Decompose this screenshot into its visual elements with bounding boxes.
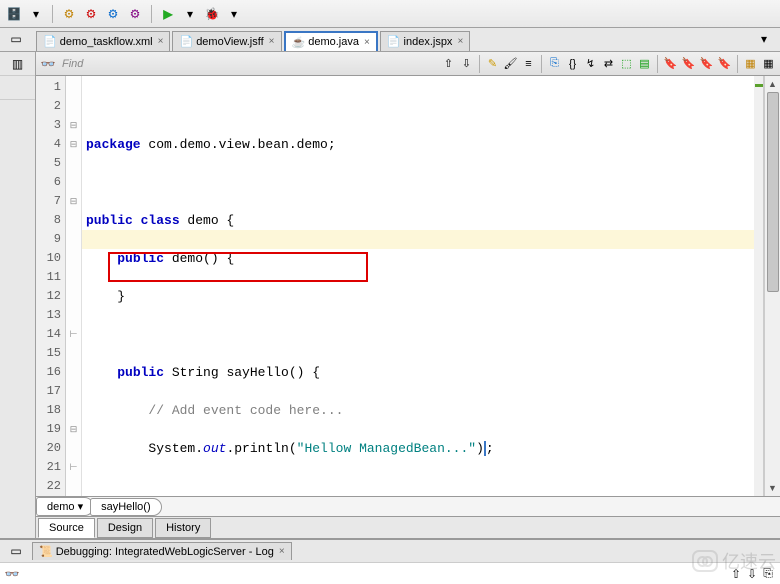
indent-icon[interactable]: ≡ — [521, 56, 536, 71]
bm1-icon[interactable]: 🔖 — [663, 56, 678, 71]
nav1-icon[interactable]: ⎘ — [547, 56, 562, 71]
nav5-icon[interactable]: ⬚ — [619, 56, 634, 71]
file-icon: 📄 — [387, 35, 401, 48]
debug-drop-icon[interactable]: ▾ — [226, 6, 242, 22]
db-icon[interactable]: 🗄️ — [6, 6, 22, 22]
bm2-icon[interactable]: 🔖 — [681, 56, 696, 71]
tab-label: index.jspx — [404, 36, 453, 48]
nav3-icon[interactable]: ↯ — [583, 56, 598, 71]
close-icon[interactable]: × — [364, 37, 370, 48]
nav6-icon[interactable]: ▤ — [637, 56, 652, 71]
scroll-thumb[interactable] — [767, 92, 779, 292]
overview-ruler[interactable] — [754, 76, 764, 496]
binoculars-icon[interactable]: 👓 — [40, 56, 56, 72]
tab-demo-java[interactable]: ☕ demo.java × — [284, 31, 378, 51]
prev-icon[interactable]: ⇧ — [441, 56, 456, 71]
vertical-scrollbar[interactable]: ▲ ▼ — [764, 76, 780, 496]
log-tab[interactable]: 📜 Debugging: IntegratedWebLogicServer - … — [32, 542, 292, 560]
log-prev-icon[interactable]: ⇧ — [728, 566, 744, 582]
editor-tabbar: ▭ 📄 demo_taskflow.xml × 📄 demoView.jsff … — [0, 28, 780, 52]
code-editor[interactable]: 12345678910111213141516171819202122 ⊟⊟ ⊟… — [36, 76, 780, 496]
main-toolbar: 🗄️ ▾ ⚙ ⚙ ⚙ ⚙ ▶ ▾ 🐞 ▾ — [0, 0, 780, 28]
tabbar-menu-icon[interactable]: ▭ — [8, 31, 24, 47]
find-input[interactable]: Find — [58, 58, 439, 70]
tab-design[interactable]: Design — [97, 518, 153, 538]
line-number-gutter: 12345678910111213141516171819202122 — [36, 76, 66, 496]
bm4-icon[interactable]: 🔖 — [717, 56, 732, 71]
tab-demo-taskflow[interactable]: 📄 demo_taskflow.xml × — [36, 31, 170, 51]
log-menu-icon[interactable]: ▭ — [8, 543, 24, 559]
breadcrumb: demo ▾ sayHello() — [36, 496, 780, 516]
file-icon: 📄 — [179, 35, 193, 48]
editor-toolbar: 👓 Find ⇧ ⇩ ✎ 🖌 ≡ ⎘ {} ↯ ⇄ ⬚ ▤ 🔖 🔖 🔖 — [36, 52, 780, 76]
view2-icon[interactable]: ▦ — [761, 56, 776, 71]
tool2-icon[interactable]: ⚙ — [83, 6, 99, 22]
tool4-icon[interactable]: ⚙ — [127, 6, 143, 22]
structure-icon[interactable]: ▥ — [10, 56, 26, 72]
scroll-down-icon[interactable]: ▼ — [765, 480, 780, 496]
tab-label: demoView.jsff — [196, 36, 263, 48]
close-icon[interactable]: × — [279, 546, 285, 557]
tool1-icon[interactable]: ⚙ — [61, 6, 77, 22]
debug-icon[interactable]: 🐞 — [204, 6, 220, 22]
nav2-icon[interactable]: {} — [565, 56, 580, 71]
left-gutter-panel: ▥ — [0, 52, 36, 538]
tab-demoview[interactable]: 📄 demoView.jsff × — [172, 31, 281, 51]
binoculars-icon[interactable]: 👓 — [4, 566, 20, 582]
highlight-box — [108, 252, 368, 282]
log-tool-icon[interactable]: ⎘ — [760, 566, 776, 582]
editor-view-tabs: Source Design History — [36, 516, 780, 538]
java-icon: ☕ — [292, 36, 306, 49]
tab-index[interactable]: 📄 index.jspx × — [380, 31, 470, 51]
close-icon[interactable]: × — [269, 36, 275, 47]
tool3-icon[interactable]: ⚙ — [105, 6, 121, 22]
close-icon[interactable]: × — [158, 36, 164, 47]
close-icon[interactable]: × — [457, 36, 463, 47]
tab-label: demo_taskflow.xml — [60, 36, 153, 48]
tab-source[interactable]: Source — [38, 518, 95, 538]
view1-icon[interactable]: ▦ — [743, 56, 758, 71]
tab-label: demo.java — [308, 36, 359, 48]
next-icon[interactable]: ⇩ — [459, 56, 474, 71]
run-drop-icon[interactable]: ▾ — [182, 6, 198, 22]
nav4-icon[interactable]: ⇄ — [601, 56, 616, 71]
code-area[interactable]: package com.demo.view.bean.demo; public … — [82, 76, 754, 496]
crumb-method[interactable]: sayHello() — [90, 498, 162, 516]
fold-gutter[interactable]: ⊟⊟ ⊟ ⊢ ⊟ ⊢ — [66, 76, 82, 496]
tab-history[interactable]: History — [155, 518, 211, 538]
crumb-class[interactable]: demo ▾ — [36, 497, 94, 516]
hl-icon[interactable]: ✎ — [485, 56, 500, 71]
tabbar-overflow-icon[interactable]: ▾ — [756, 31, 772, 47]
log-next-icon[interactable]: ⇩ — [744, 566, 760, 582]
bm3-icon[interactable]: 🔖 — [699, 56, 714, 71]
scroll-up-icon[interactable]: ▲ — [765, 76, 780, 92]
brush-icon[interactable]: 🖌 — [503, 56, 518, 71]
log-icon: 📜 — [39, 545, 53, 558]
log-tab-label: Debugging: IntegratedWebLogicServer - Lo… — [56, 546, 274, 558]
file-icon: 📄 — [43, 35, 57, 48]
drop-icon[interactable]: ▾ — [28, 6, 44, 22]
run-icon[interactable]: ▶ — [160, 6, 176, 22]
log-panel: ▭ 📜 Debugging: IntegratedWebLogicServer … — [0, 538, 780, 584]
